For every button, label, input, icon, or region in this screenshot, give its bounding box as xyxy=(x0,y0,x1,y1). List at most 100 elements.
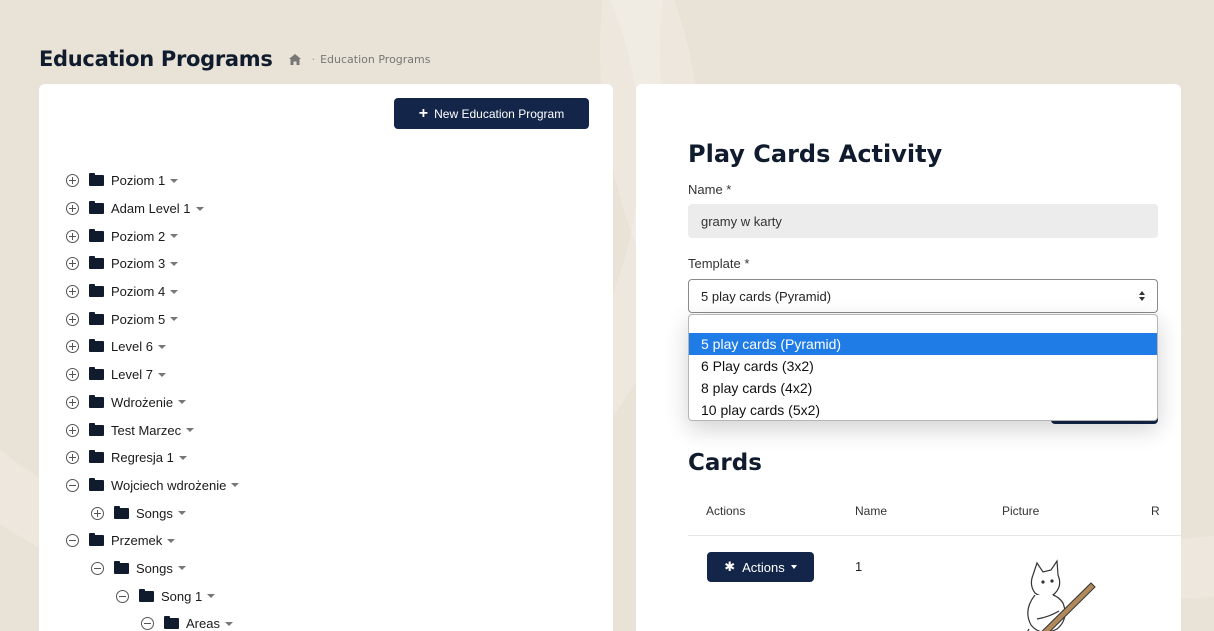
tree-item[interactable]: Poziom 2 xyxy=(66,222,239,250)
tree-item[interactable]: Wojciech wdrożenie xyxy=(66,472,240,500)
template-option[interactable]: 5 play cards (Pyramid) xyxy=(689,333,1157,355)
collapse-icon[interactable] xyxy=(91,561,104,575)
folder-icon xyxy=(164,616,179,630)
tree-item[interactable]: Level 6 xyxy=(66,333,239,361)
breadcrumb: · Education Programs xyxy=(288,53,431,66)
expand-icon[interactable] xyxy=(66,368,79,382)
card-picture xyxy=(1027,559,1096,631)
tree-item-label: Przemek xyxy=(111,533,163,549)
template-option[interactable]: 8 play cards (4x2) xyxy=(689,377,1157,399)
caret-down-icon[interactable] xyxy=(170,234,179,239)
caret-down-icon[interactable] xyxy=(170,289,179,294)
caret-down-icon[interactable] xyxy=(157,344,166,349)
tree-item-label: Songs xyxy=(136,560,173,576)
tree-item[interactable]: Adam Level 1 xyxy=(66,195,239,223)
tree-item[interactable]: Poziom 3 xyxy=(66,250,239,278)
folder-icon xyxy=(89,477,104,491)
folder-icon xyxy=(89,394,104,408)
column-name: Name xyxy=(855,504,888,518)
collapse-icon[interactable] xyxy=(141,617,154,631)
expand-icon[interactable] xyxy=(66,340,79,354)
tree-item-label: Adam Level 1 xyxy=(111,201,191,217)
caret-down-icon[interactable] xyxy=(177,566,186,571)
tree-item-label: Wojciech wdrożenie xyxy=(111,477,227,493)
actions-label: Actions xyxy=(742,559,785,575)
caret-down-icon[interactable] xyxy=(178,455,187,460)
caret-down-icon[interactable] xyxy=(170,178,179,183)
activity-editor-panel: Play Cards Activity Name * gramy w karty… xyxy=(636,84,1181,631)
tree-item[interactable]: Poziom 1 xyxy=(66,167,239,195)
expand-icon[interactable] xyxy=(66,229,79,243)
folder-icon xyxy=(89,533,104,547)
tree-item-label: Poziom 5 xyxy=(111,311,166,327)
tree-item[interactable]: Level 7 xyxy=(66,361,239,389)
column-actions: Actions xyxy=(706,504,746,518)
caret-down-icon[interactable] xyxy=(177,511,186,516)
tree-item[interactable]: Regresja 1 xyxy=(66,444,239,472)
expand-icon[interactable] xyxy=(66,202,79,216)
folder-icon xyxy=(89,311,104,325)
caret-down-icon[interactable] xyxy=(186,428,195,433)
tree-item[interactable]: Poziom 5 xyxy=(66,305,239,333)
home-icon[interactable] xyxy=(288,53,301,65)
tree-item-label: Songs xyxy=(136,505,173,521)
expand-icon[interactable] xyxy=(66,423,79,437)
template-option[interactable]: 10 play cards (5x2) xyxy=(689,399,1157,421)
tree-item[interactable]: Songs xyxy=(66,499,239,527)
new-education-program-label: New Education Program xyxy=(434,106,565,121)
expand-icon[interactable] xyxy=(66,174,79,188)
tree-item[interactable]: Wdrożenie xyxy=(66,389,239,417)
tree-item-label: Wdrożenie xyxy=(111,394,174,410)
tree-item-label: Level 6 xyxy=(111,339,153,355)
tree-item-label: Song 1 xyxy=(161,588,203,604)
template-label: Template * xyxy=(688,256,750,271)
tree-item[interactable]: Przemek xyxy=(66,527,239,555)
expand-icon[interactable] xyxy=(66,312,79,326)
folder-icon xyxy=(89,367,104,381)
collapse-icon[interactable] xyxy=(66,478,79,492)
caret-down-icon[interactable] xyxy=(207,594,216,599)
expand-icon[interactable] xyxy=(66,451,79,465)
expand-icon[interactable] xyxy=(66,285,79,299)
template-select[interactable]: 5 play cards (Pyramid) xyxy=(688,279,1158,313)
caret-down-icon[interactable] xyxy=(170,261,179,266)
folder-icon xyxy=(114,505,129,519)
caret-down-icon[interactable] xyxy=(157,372,166,377)
column-picture: Picture xyxy=(1002,504,1040,518)
tree-item-label: Areas xyxy=(186,616,220,631)
folder-icon xyxy=(89,284,104,298)
tree-item[interactable]: Poziom 4 xyxy=(66,278,239,306)
caret-down-icon[interactable] xyxy=(170,317,179,322)
tree-item-label: Poziom 1 xyxy=(111,173,166,189)
template-option[interactable]: 6 Play cards (3x2) xyxy=(689,355,1157,377)
program-tree: Poziom 1 Adam Level 1 Poziom 2 Poziom 3 Pozi… xyxy=(66,167,240,631)
expand-icon[interactable] xyxy=(66,395,79,409)
actions-dropdown-button[interactable]: ✱ Actions xyxy=(707,552,814,582)
expand-icon[interactable] xyxy=(66,257,79,271)
new-education-program-button[interactable]: + New Education Program xyxy=(394,98,589,129)
tree-item[interactable]: Areas xyxy=(66,610,239,631)
caret-down-icon[interactable] xyxy=(224,621,233,626)
collapse-icon[interactable] xyxy=(66,534,79,548)
activity-title: Play Cards Activity xyxy=(688,140,943,168)
tree-item-label: Test Marzec xyxy=(111,422,182,438)
caret-down-icon[interactable] xyxy=(195,206,204,211)
name-input[interactable]: gramy w karty xyxy=(688,204,1158,238)
tree-item[interactable]: Songs xyxy=(66,555,239,583)
tree-item[interactable]: Test Marzec xyxy=(66,416,239,444)
name-label: Name * xyxy=(688,182,732,197)
cards-table-header: Actions Name Picture R xyxy=(688,496,1181,536)
caret-down-icon[interactable] xyxy=(167,538,176,543)
caret-down-icon[interactable] xyxy=(178,400,187,405)
column-r: R xyxy=(1151,504,1160,518)
table-row: ✱ Actions 1 xyxy=(688,537,1181,631)
expand-icon[interactable] xyxy=(91,506,104,520)
collapse-icon[interactable] xyxy=(116,589,129,603)
folder-icon xyxy=(89,173,104,187)
tree-item-label: Regresja 1 xyxy=(111,450,174,466)
card-name: 1 xyxy=(855,559,863,574)
folder-icon xyxy=(89,256,104,270)
tree-item[interactable]: Song 1 xyxy=(66,582,239,610)
caret-down-icon[interactable] xyxy=(231,483,240,488)
tree-item-label: Poziom 2 xyxy=(111,228,166,244)
